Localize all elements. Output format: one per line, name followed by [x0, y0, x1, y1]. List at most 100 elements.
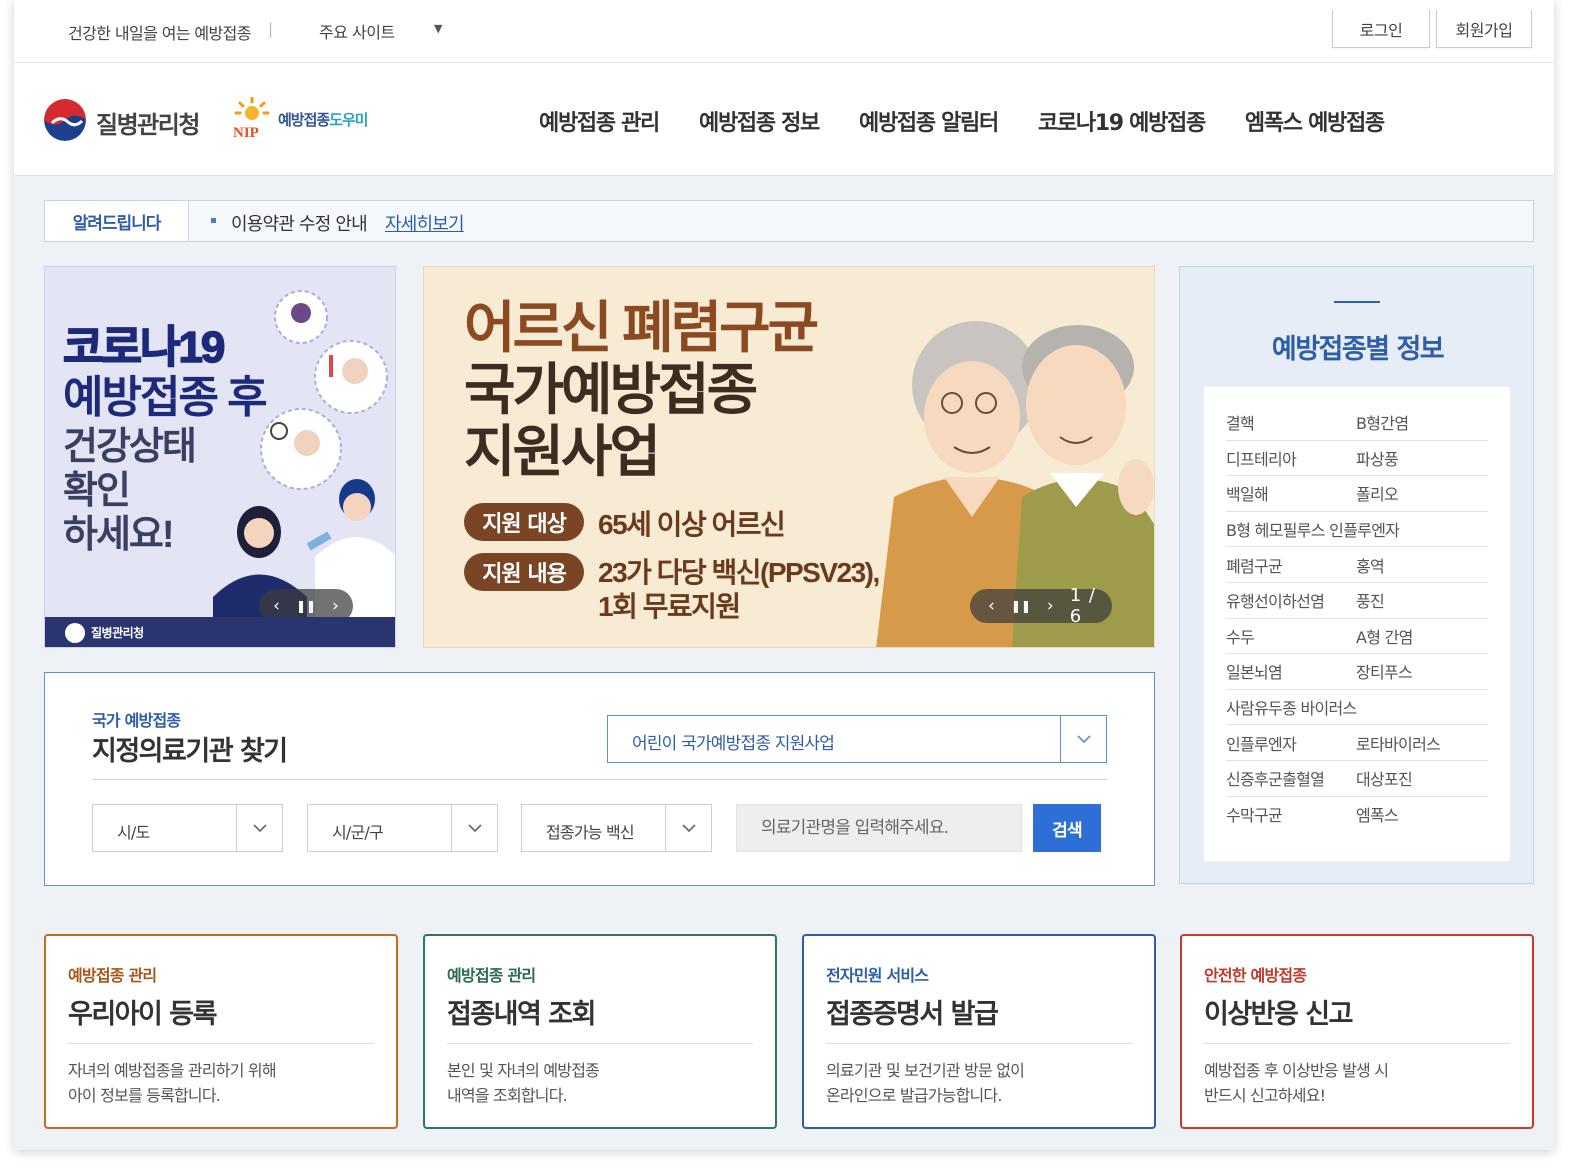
chevron-right-icon[interactable]: ›: [332, 596, 339, 616]
vaccine-link[interactable]: 엠폭스: [1356, 802, 1486, 826]
nip-label[interactable]: 예방접종도우미: [278, 109, 369, 130]
nip-label-suffix: 도우미: [329, 111, 368, 129]
vaccine-link[interactable]: 인플루엔자: [1226, 731, 1356, 755]
card-vaccination-history[interactable]: 예방접종 관리 접종내역 조회 본인 및 자녀의 예방접종 내역을 조회합니다.: [423, 934, 777, 1129]
card-title: 이상반응 신고: [1204, 999, 1353, 1030]
vaccine-row: 백일해 폴리오: [1226, 476, 1488, 512]
vaccine-row: 사람유두종 바이러스: [1226, 690, 1488, 726]
card-divider: [447, 1043, 753, 1044]
nav-item-covid19[interactable]: 코로나19 예방접종: [1038, 105, 1206, 137]
card-divider: [826, 1043, 1132, 1044]
vaccine-link[interactable]: B형 헤모필루스 인플루엔자: [1226, 517, 1488, 541]
program-select-value: 어린이 국가예방접종 지원사업: [632, 734, 835, 754]
vaccine-link[interactable]: 일본뇌염: [1226, 659, 1356, 683]
vaccine-row: 디프테리아 파상풍: [1226, 441, 1488, 477]
card-register-child[interactable]: 예방접종 관리 우리아이 등록 자녀의 예방접종을 관리하기 위해 아이 정보를…: [44, 934, 398, 1129]
card-description-line: 내역을 조회합니다.: [447, 1086, 568, 1105]
card-title: 접종내역 조회: [447, 999, 596, 1030]
clinic-name-input[interactable]: [736, 804, 1022, 852]
nav-item-vaccination-notice[interactable]: 예방접종 알림터: [859, 105, 999, 137]
vaccine-link[interactable]: 풍진: [1356, 588, 1486, 612]
vaccine-link[interactable]: 파상풍: [1356, 446, 1486, 470]
main-nav: 예방접종 관리 예방접종 정보 예방접종 알림터 코로나19 예방접종 엠폭스 …: [539, 105, 1424, 137]
program-select[interactable]: 어린이 국가예방접종 지원사업: [607, 715, 1107, 763]
covid-banner-footer-text: 질병관리청: [91, 626, 144, 640]
vaccine-select[interactable]: 접종가능 백신: [521, 804, 712, 852]
vaccine-link[interactable]: 백일해: [1226, 481, 1356, 505]
card-description: 의료기관 및 보건기관 방문 없이 온라인으로 발급가능합니다.: [826, 1058, 1136, 1108]
caret-down-icon[interactable]: ▼: [434, 22, 442, 35]
vaccine-row: 폐렴구균 홍역: [1226, 547, 1488, 583]
covid-banner[interactable]: 코로나19 예방접종 후 건강상태 확인 하세요! ‹ ❚❚ › 질병관리청: [44, 266, 396, 648]
slide-counter: 1 / 6: [1069, 585, 1096, 627]
vaccine-row: 수두 A형 간염: [1226, 619, 1488, 655]
chevron-right-icon[interactable]: ›: [1047, 596, 1054, 616]
login-button[interactable]: 로그인: [1332, 10, 1430, 48]
card-divider: [68, 1043, 374, 1044]
vaccine-link[interactable]: 로타바이러스: [1356, 731, 1486, 755]
utility-bar: 건강한 내일을 여는 예방접종 | 주요 사이트 ▼ 로그인 회원가입: [14, 0, 1554, 63]
nav-item-vaccination-management[interactable]: 예방접종 관리: [539, 105, 660, 137]
chevron-down-icon[interactable]: [451, 805, 497, 851]
chevron-left-icon[interactable]: ‹: [988, 596, 995, 616]
vaccine-link[interactable]: A형 간염: [1356, 624, 1486, 648]
sigungu-select[interactable]: 시/군/구: [307, 804, 498, 852]
agency-name[interactable]: 질병관리청: [96, 105, 200, 140]
card-category: 예방접종 관리: [447, 966, 536, 985]
vaccine-link[interactable]: 장티푸스: [1356, 659, 1486, 683]
vaccine-row: 신증후군출혈열 대상포진: [1226, 761, 1488, 797]
vaccine-select-value: 접종가능 백신: [546, 823, 635, 842]
main-banner-controls: ‹ ❚❚ › 1 / 6: [970, 585, 1112, 627]
vaccine-link[interactable]: 폐렴구균: [1226, 553, 1356, 577]
nav-item-mpox[interactable]: 엠폭스 예방접종: [1245, 105, 1385, 137]
card-description-line: 예방접종 후 이상반응 발생 시: [1204, 1061, 1389, 1080]
sido-select[interactable]: 시/도: [92, 804, 283, 852]
chevron-down-icon[interactable]: [236, 805, 282, 851]
search-button[interactable]: 검색: [1033, 804, 1101, 852]
vaccine-link[interactable]: 폴리오: [1356, 481, 1486, 505]
vaccine-link[interactable]: 유행선이하선염: [1226, 588, 1356, 612]
vaccine-link[interactable]: 대상포진: [1356, 766, 1486, 790]
vaccine-link[interactable]: B형간염: [1356, 410, 1486, 434]
chevron-down-icon[interactable]: [1060, 716, 1106, 762]
join-button[interactable]: 회원가입: [1436, 10, 1532, 48]
search-title: 지정의료기관 찾기: [92, 736, 288, 767]
vaccine-link[interactable]: 결핵: [1226, 410, 1356, 434]
nav-item-vaccination-info[interactable]: 예방접종 정보: [699, 105, 820, 137]
support-target-badge: 지원 대상: [464, 503, 584, 541]
vaccine-link[interactable]: 디프테리아: [1226, 446, 1356, 470]
pneumococcal-title-line-1: 어르신 폐렴구균: [464, 296, 819, 359]
pause-icon[interactable]: ❚❚: [296, 599, 316, 613]
vaccine-info-panel: 예방접종별 정보 결핵 B형간염 디프테리아 파상풍 백일해 폴리오 B형 헤모…: [1179, 266, 1534, 884]
vaccine-link[interactable]: 수막구균: [1226, 802, 1356, 826]
kdca-logo-icon[interactable]: [44, 99, 86, 141]
card-adverse-reaction-report[interactable]: 안전한 예방접종 이상반응 신고 예방접종 후 이상반응 발생 시 반드시 신고…: [1180, 934, 1534, 1129]
chevron-down-icon[interactable]: [665, 805, 711, 851]
chevron-left-icon[interactable]: ‹: [273, 596, 280, 616]
nip-label-main: 예방접종: [278, 111, 330, 129]
main-sites-dropdown[interactable]: 주요 사이트: [319, 19, 395, 43]
search-subtitle: 국가 예방접종: [92, 711, 181, 730]
card-category: 안전한 예방접종: [1204, 966, 1307, 985]
pneumococcal-banner[interactable]: 어르신 폐렴구균 국가예방접종 지원사업 지원 대상 65세 이상 어르신 지원…: [423, 266, 1155, 648]
support-target-value: 65세 이상 어르신: [598, 509, 786, 540]
card-description: 본인 및 자녀의 예방접종 내역을 조회합니다.: [447, 1058, 757, 1108]
card-description: 자녀의 예방접종을 관리하기 위해 아이 정보를 등록합니다.: [68, 1058, 378, 1108]
notice-bar: 알려드립니다 이용약관 수정 안내 자세히보기: [44, 200, 1534, 242]
notice-detail-link[interactable]: 자세히보기: [385, 210, 465, 236]
notice-text[interactable]: 이용약관 수정 안내: [231, 210, 368, 236]
vaccine-link[interactable]: 신증후군출혈열: [1226, 766, 1356, 790]
vaccine-info-accent-bar: [1334, 301, 1380, 303]
vaccine-link[interactable]: 사람유두종 바이러스: [1226, 695, 1488, 719]
nip-logo-icon[interactable]: NIP: [228, 96, 280, 141]
pneumococcal-title-line-2: 국가예방접종: [464, 358, 758, 421]
vaccine-row: 인플루엔자 로타바이러스: [1226, 725, 1488, 761]
vaccine-link[interactable]: 홍역: [1356, 553, 1486, 577]
support-content-value-2: 1회 무료지원: [598, 591, 741, 622]
card-category: 예방접종 관리: [68, 966, 157, 985]
pause-icon[interactable]: ❚❚: [1011, 599, 1031, 613]
vaccine-row: 유행선이하선염 풍진: [1226, 583, 1488, 619]
card-certificate-issue[interactable]: 전자민원 서비스 접종증명서 발급 의료기관 및 보건기관 방문 없이 온라인으…: [802, 934, 1156, 1129]
vaccine-link[interactable]: 수두: [1226, 624, 1356, 648]
support-content-badge: 지원 내용: [464, 553, 584, 591]
